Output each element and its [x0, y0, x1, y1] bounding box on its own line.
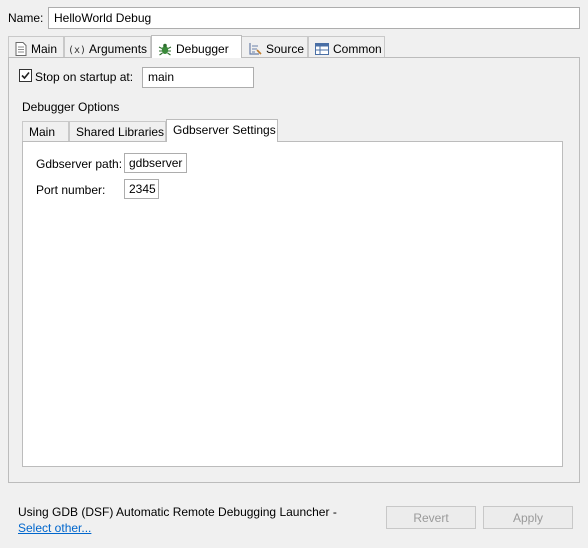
inner-tab-main-label: Main [29, 125, 56, 139]
tab-main-label: Main [31, 42, 58, 56]
tab-source[interactable]: Source [242, 36, 308, 58]
tab-debugger[interactable]: Debugger [151, 35, 242, 58]
tab-arguments[interactable]: (x)= Arguments [64, 36, 151, 58]
launcher-info: Using GDB (DSF) Automatic Remote Debuggi… [18, 504, 373, 536]
stop-on-startup-checkbox[interactable] [19, 69, 32, 82]
bug-icon [158, 42, 172, 56]
name-input[interactable]: HelloWorld Debug [48, 7, 580, 29]
debugger-options-label: Debugger Options [22, 100, 120, 114]
tab-main[interactable]: Main [8, 36, 64, 58]
tab-common[interactable]: Common [308, 36, 385, 58]
name-label: Name: [8, 11, 44, 25]
page-icon [15, 42, 27, 56]
table-icon [315, 42, 329, 56]
tab-debugger-label: Debugger [176, 41, 229, 56]
inner-tab-gdbserver-settings[interactable]: Gdbserver Settings [166, 119, 278, 142]
source-icon [248, 42, 262, 56]
gdbserver-path-label: Gdbserver path: [36, 157, 123, 171]
arguments-icon: (x)= [68, 42, 85, 56]
tab-arguments-label: Arguments [89, 42, 148, 56]
checkmark-icon [21, 71, 30, 80]
inner-tab-gdbserver-settings-label: Gdbserver Settings [173, 123, 276, 137]
svg-text:(x)=: (x)= [68, 45, 85, 55]
revert-button[interactable]: Revert [386, 506, 476, 529]
launcher-info-text: Using GDB (DSF) Automatic Remote Debuggi… [18, 505, 337, 519]
apply-button[interactable]: Apply [483, 506, 573, 529]
stop-on-startup-label: Stop on startup at: [35, 70, 134, 84]
port-number-label: Port number: [36, 183, 106, 197]
port-number-input[interactable]: 2345 [124, 179, 159, 199]
inner-tab-shared-libraries[interactable]: Shared Libraries [69, 121, 166, 141]
tab-source-label: Source [266, 42, 305, 56]
gdbserver-path-input[interactable]: gdbserver [124, 153, 187, 173]
tab-common-label: Common [333, 42, 382, 56]
select-other-link[interactable]: Select other... [18, 521, 91, 535]
stop-on-startup-input[interactable]: main [142, 67, 254, 88]
inner-tab-shared-libraries-label: Shared Libraries [76, 125, 165, 139]
inner-tab-main[interactable]: Main [22, 121, 69, 141]
